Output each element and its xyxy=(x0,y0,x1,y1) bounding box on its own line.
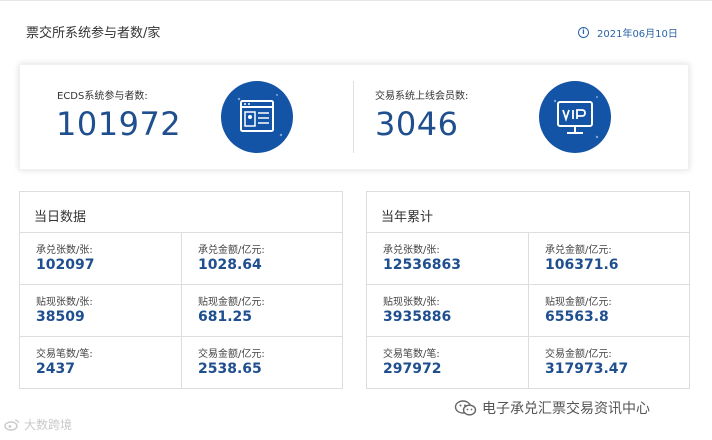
cell-label: 贴现张数/张: xyxy=(383,297,440,308)
cell-value: 3935886 xyxy=(383,309,452,325)
cell-value: 317973.47 xyxy=(545,361,629,377)
cell-value: 38509 xyxy=(36,309,85,325)
date-display: i 2021年06月10日 xyxy=(578,25,678,40)
daily-discount-count: 贴现张数/张: 38509 xyxy=(20,285,180,336)
summary-divider xyxy=(353,81,354,153)
cell-label: 交易金额/亿元: xyxy=(545,349,612,360)
cell-label: 承兑张数/张: xyxy=(36,245,93,256)
daily-panel-title: 当日数据 xyxy=(34,210,87,225)
cell-label: 承兑金额/亿元: xyxy=(198,245,265,256)
yearly-acceptance-amount: 承兑金额/亿元: 106371.6 xyxy=(529,233,689,284)
cell-label: 承兑金额/亿元: xyxy=(545,245,612,256)
cell-value: 102097 xyxy=(36,257,95,273)
watermark-right-text: 电子承兑汇票交易资讯中心 xyxy=(482,401,650,417)
yearly-trade-count: 交易笔数/笔: 297972 xyxy=(367,337,527,388)
cell-value: 65563.8 xyxy=(545,309,609,325)
cell-label: 贴现张数/张: xyxy=(36,297,93,308)
cell-value: 2437 xyxy=(36,361,75,377)
yearly-discount-count: 贴现张数/张: 3935886 xyxy=(367,285,527,336)
trading-members-label: 交易系统上线会员数: xyxy=(375,91,469,102)
daily-trade-count: 交易笔数/笔: 2437 xyxy=(20,337,180,388)
daily-trade-amount: 交易金额/亿元: 2538.65 xyxy=(182,337,342,388)
cell-value: 12536863 xyxy=(383,257,461,273)
cell-value: 297972 xyxy=(383,361,442,377)
daily-data-panel: 当日数据 承兑张数/张: 102097 承兑金额/亿元: 1028.64 贴现张… xyxy=(19,191,343,389)
cell-value: 2538.65 xyxy=(198,361,262,377)
yearly-data-grid: 承兑张数/张: 12536863 承兑金额/亿元: 106371.6 贴现张数/… xyxy=(367,232,689,389)
daily-data-grid: 承兑张数/张: 102097 承兑金额/亿元: 1028.64 贴现张数/张: … xyxy=(20,232,342,389)
ecds-participants-value: 101972 xyxy=(56,105,182,143)
cell-label: 交易笔数/笔: xyxy=(36,349,93,360)
ecds-participants-label: ECDS系统参与者数: xyxy=(57,91,148,102)
cell-label: 承兑张数/张: xyxy=(383,245,440,256)
trading-members-value: 3046 xyxy=(375,105,459,143)
daily-acceptance-count: 承兑张数/张: 102097 xyxy=(20,233,180,284)
yearly-panel-title: 当年累计 xyxy=(381,210,434,225)
cell-value: 106371.6 xyxy=(545,257,619,273)
cell-label: 交易笔数/笔: xyxy=(383,349,440,360)
cell-label: 贴现金额/亿元: xyxy=(545,297,612,308)
vip-monitor-icon xyxy=(539,81,611,153)
weibo-icon xyxy=(4,418,20,431)
watermark-left: 大数跨境 xyxy=(4,416,72,433)
daily-discount-amount: 贴现金额/亿元: 681.25 xyxy=(182,285,342,336)
yearly-trade-amount: 交易金额/亿元: 317973.47 xyxy=(529,337,689,388)
date-label: 2021年06月10日 xyxy=(597,29,678,40)
browser-user-icon xyxy=(221,81,293,153)
cell-value: 681.25 xyxy=(198,309,253,325)
cell-label: 交易金额/亿元: xyxy=(198,349,265,360)
cell-value: 1028.64 xyxy=(198,257,262,273)
watermark-right: 电子承兑汇票交易资讯中心 xyxy=(454,398,650,418)
cell-label: 贴现金额/亿元: xyxy=(198,297,265,308)
yearly-discount-amount: 贴现金额/亿元: 65563.8 xyxy=(529,285,689,336)
info-icon: i xyxy=(578,27,589,38)
header: 票交所系统参与者数/家 i 2021年06月10日 xyxy=(0,0,712,58)
yearly-acceptance-count: 承兑张数/张: 12536863 xyxy=(367,233,527,284)
page-title: 票交所系统参与者数/家 xyxy=(26,26,161,41)
watermark-left-text: 大数跨境 xyxy=(24,418,73,432)
participants-summary-card: ECDS系统参与者数: 101972 交易系统上线会员数: 3046 xyxy=(19,64,689,170)
yearly-data-panel: 当年累计 承兑张数/张: 12536863 承兑金额/亿元: 106371.6 … xyxy=(366,191,690,389)
daily-acceptance-amount: 承兑金额/亿元: 1028.64 xyxy=(182,233,342,284)
wechat-icon xyxy=(454,400,477,416)
